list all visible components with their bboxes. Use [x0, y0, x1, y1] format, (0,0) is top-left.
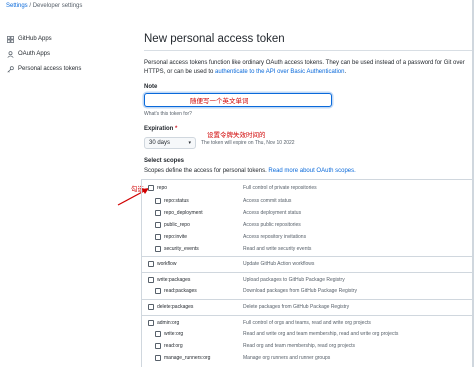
scope-row: workflow Update GitHub Action workflows — [142, 256, 473, 267]
scope-description: Delete packages from GitHub Package Regi… — [243, 304, 350, 310]
scope-checkbox[interactable] — [155, 355, 161, 361]
scope-row: repo_deployment Access deployment status — [142, 208, 473, 219]
scope-row: repo:status Access commit status — [142, 196, 473, 207]
scope-name: write:org — [164, 331, 184, 337]
scope-description: Read org and team membership, read org p… — [243, 343, 356, 349]
scope-table: repo Full control of private repositories… — [141, 179, 473, 367]
scope-name: repo — [157, 185, 168, 191]
scope-name: repo_deployment — [164, 210, 203, 216]
scope-description: Access public repositories — [243, 222, 301, 228]
scope-description: Read and write security events — [243, 246, 312, 252]
scope-description: Access deployment status — [243, 210, 302, 216]
scope-name: workflow — [157, 261, 177, 267]
scope-row: repo:invite Access repository invitations — [142, 232, 473, 243]
scope-checkbox[interactable] — [148, 185, 154, 191]
scope-name: repo:invite — [164, 234, 188, 240]
scope-checkbox[interactable] — [148, 277, 154, 283]
scope-description: Full control of private repositories — [243, 185, 317, 191]
scope-name: public_repo — [164, 222, 190, 228]
scope-checkbox[interactable] — [155, 222, 161, 228]
scope-checkbox[interactable] — [148, 304, 154, 310]
scope-checkbox[interactable] — [148, 261, 154, 267]
scope-checkbox[interactable] — [155, 343, 161, 349]
scope-name: security_events — [164, 246, 199, 252]
scope-checkbox[interactable] — [155, 210, 161, 216]
scope-checkbox[interactable] — [155, 246, 161, 252]
scope-checkbox[interactable] — [155, 234, 161, 240]
scope-row: public_repo Access public repositories — [142, 220, 473, 231]
scope-row: read:packages Download packages from GitH… — [142, 286, 473, 297]
scope-row: delete:packages Delete packages from GitH… — [142, 299, 473, 310]
scope-row: read:org Read org and team membership, re… — [142, 341, 473, 352]
scope-name: admin:org — [157, 320, 180, 326]
scope-name: repo:status — [164, 198, 189, 204]
scope-description: Upload packages to GitHub Package Regist… — [243, 277, 345, 283]
scope-checkbox[interactable] — [148, 320, 154, 326]
scope-name: delete:packages — [157, 304, 194, 310]
scope-checkbox[interactable] — [155, 288, 161, 294]
scope-name: read:packages — [164, 288, 197, 294]
scope-name: read:org — [164, 343, 183, 349]
scope-description: Update GitHub Action workflows — [243, 261, 315, 267]
scope-row: repo Full control of private repositories — [142, 183, 473, 194]
scope-description: Read and write org and team membership, … — [243, 331, 399, 337]
scope-name: manage_runners:org — [164, 355, 211, 361]
scope-name: write:packages — [157, 277, 191, 283]
scope-row: write:packages Upload packages to GitHub … — [142, 272, 473, 283]
scope-description: Access repository invitations — [243, 234, 307, 240]
scope-description: Access commit status — [243, 198, 292, 204]
scope-checkbox[interactable] — [155, 331, 161, 337]
scope-description: Manage org runners and runner groups — [243, 355, 331, 361]
scope-row: admin:org Full control of orgs and teams,… — [142, 315, 473, 326]
scope-description: Download packages from GitHub Package Re… — [243, 288, 357, 294]
scope-row: write:org Read and write org and team mem… — [142, 329, 473, 340]
scope-row: security_events Read and write security e… — [142, 244, 473, 255]
scope-checkbox[interactable] — [155, 198, 161, 204]
scope-description: Full control of orgs and teams, read and… — [243, 320, 371, 326]
scope-row: manage_runners:org Manage org runners and… — [142, 353, 473, 364]
